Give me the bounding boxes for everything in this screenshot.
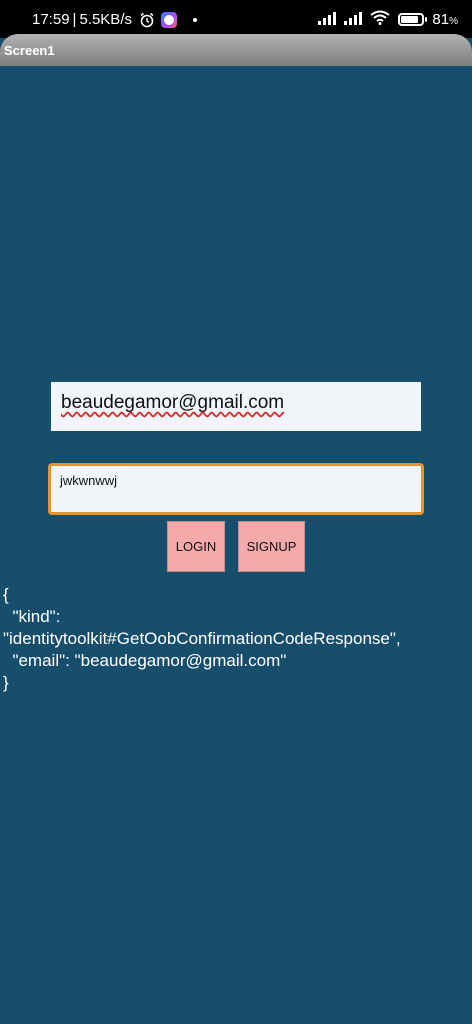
status-bar: 17:59 | 5.5KB/s 81% [0,0,472,38]
battery-level: 81% [432,11,458,28]
alarm-icon [139,12,155,28]
status-separator: | [72,11,77,28]
response-line: "identitytoolkit#GetOobConfirmationCodeR… [3,629,401,648]
wifi-icon [370,10,391,29]
app-title-bar: Screen1 [0,34,472,66]
status-right: 81% [318,10,458,29]
response-line: "kind": [3,607,61,626]
screen-title: Screen1 [4,43,55,58]
response-line: { [3,585,9,604]
signal-icon [318,11,364,29]
response-line: } [3,673,9,692]
password-value: jwkwnwwj [60,473,118,488]
email-field[interactable]: beaudegamor@gmail.com [51,382,421,431]
email-value: beaudegamor@gmail.com [61,392,285,413]
password-field[interactable]: jwkwnwwj [48,463,424,515]
network-speed: 5.5KB/s [79,11,132,28]
login-button[interactable]: LOGIN [167,521,225,572]
signup-button[interactable]: SIGNUP [238,521,305,572]
battery-icon [398,13,428,26]
response-output: { "kind": "identitytoolkit#GetOobConfirma… [3,584,469,694]
notification-dot-icon [192,17,197,22]
response-line: "email": "beaudegamor@gmail.com" [3,651,287,670]
messenger-icon [160,11,177,28]
status-time: 17:59 [32,11,70,28]
status-left: 17:59 | 5.5KB/s [32,11,197,28]
